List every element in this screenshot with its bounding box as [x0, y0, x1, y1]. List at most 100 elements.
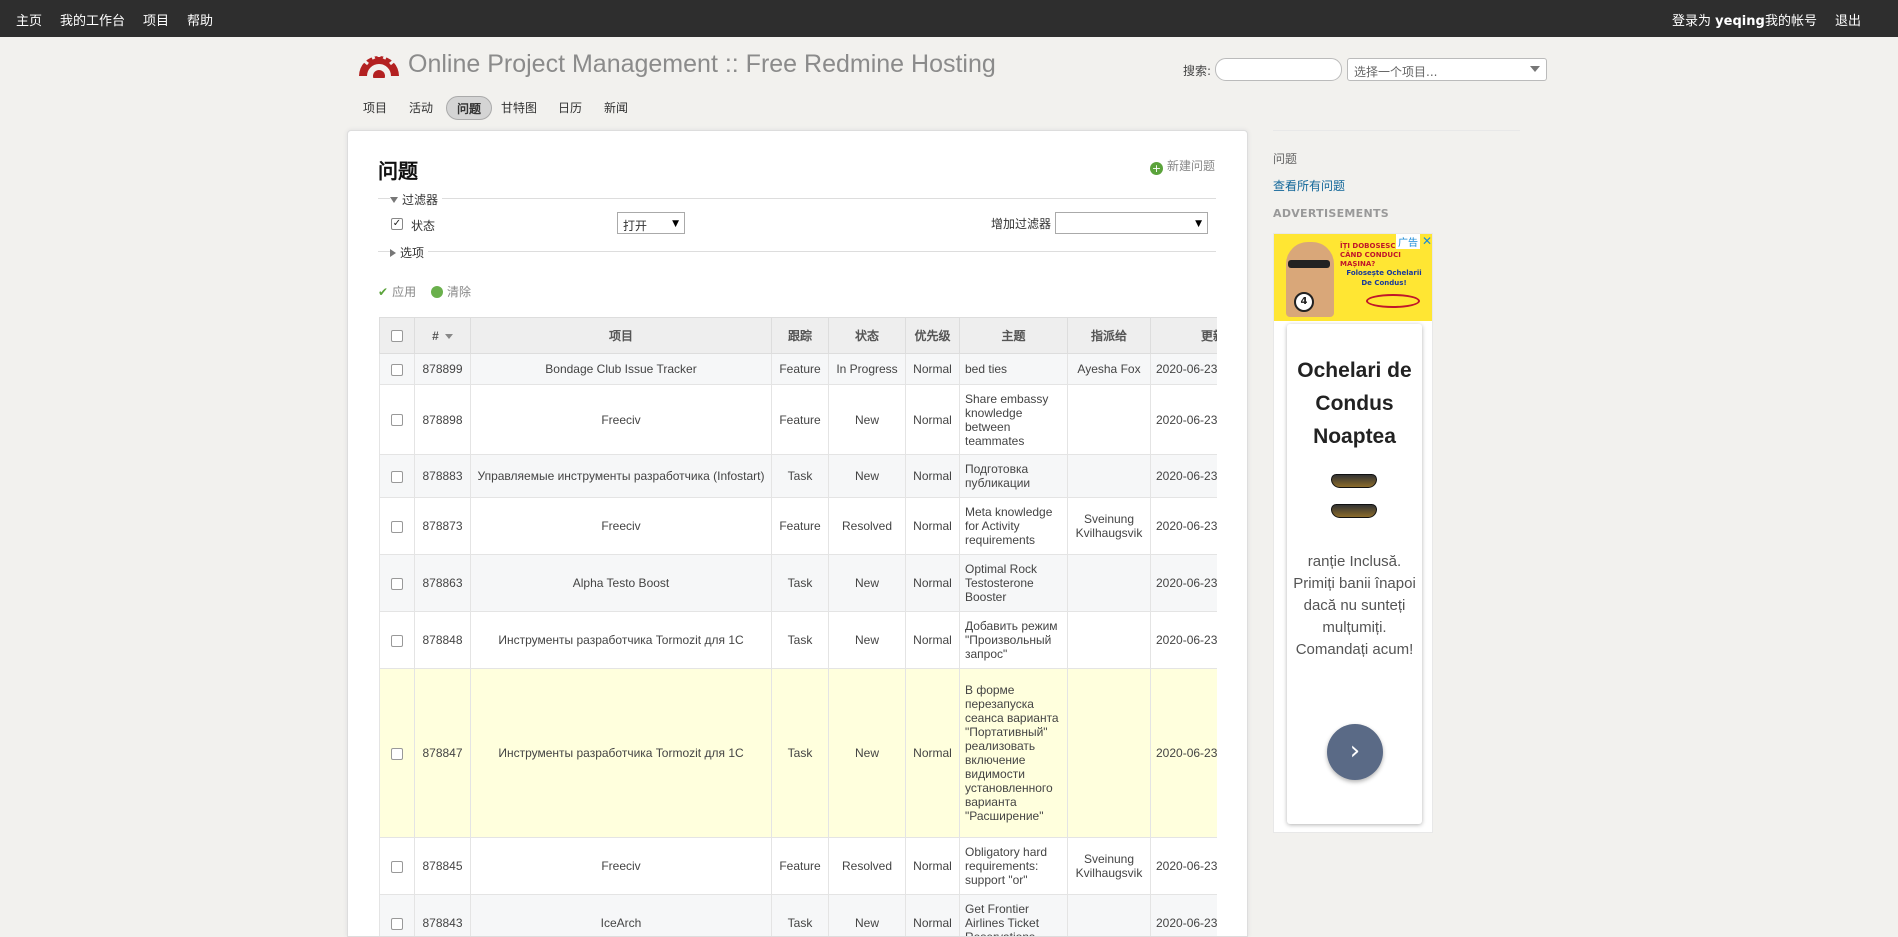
row-checkbox[interactable] — [391, 414, 403, 427]
select-all-checkbox-cell[interactable] — [379, 317, 415, 354]
column-header-project[interactable]: 项目 — [470, 317, 772, 354]
column-header-updated[interactable]: 更新 — [1150, 317, 1217, 354]
issue-project[interactable]: Инструменты разработчика Tormozit для 1С — [470, 611, 772, 669]
top-menu-help[interactable]: 帮助 — [187, 10, 213, 29]
table-row[interactable]: 878883 Управляемые инструменты разработчи… — [379, 454, 1217, 498]
table-row[interactable]: 878845 Freeciv Feature Resolved Normal Obliga… — [379, 837, 1217, 895]
row-checkbox-cell[interactable] — [379, 837, 415, 895]
issue-assignee[interactable] — [1067, 384, 1151, 455]
username-link[interactable]: yeqing — [1715, 14, 1765, 29]
add-filter-select[interactable]: ▼ — [1055, 212, 1208, 234]
table-row[interactable]: 878843 IceArch Task New Normal Get Frontier A… — [379, 894, 1217, 936]
row-checkbox-cell[interactable] — [379, 384, 415, 455]
advertisement[interactable]: 4 ÎȚI DOBOSESC OCHII CÂND CONDUCI MAȘINA… — [1273, 233, 1433, 833]
row-checkbox-cell[interactable] — [379, 668, 415, 838]
chevron-right-icon[interactable]: › — [1327, 724, 1383, 780]
issue-id[interactable]: 878899 — [414, 353, 471, 385]
issue-subject[interactable]: bed ties — [959, 353, 1068, 385]
issue-project[interactable]: IceArch — [470, 894, 772, 936]
issue-assignee[interactable]: Sveinung Kvilhaugsvik — [1067, 497, 1151, 555]
row-checkbox-cell[interactable] — [379, 454, 415, 498]
issue-assignee[interactable] — [1067, 894, 1151, 936]
issue-subject[interactable]: Share embassy knowledge between teammate… — [959, 384, 1068, 455]
issue-id[interactable]: 878898 — [414, 384, 471, 455]
issue-id[interactable]: 878847 — [414, 668, 471, 838]
column-header-status[interactable]: 状态 — [828, 317, 906, 354]
issue-subject[interactable]: Подготовка публикации — [959, 454, 1068, 498]
issue-subject[interactable]: Get Frontier Airlines Ticket Reservation… — [959, 894, 1068, 936]
top-menu-projects[interactable]: 项目 — [143, 10, 169, 29]
issue-assignee[interactable] — [1067, 454, 1151, 498]
project-jump-select[interactable]: 选择一个项目... — [1347, 58, 1547, 81]
issue-project[interactable]: Freeciv — [470, 384, 772, 455]
issue-assignee[interactable]: Ayesha Fox — [1067, 353, 1151, 385]
column-header-subject[interactable]: 主题 — [959, 317, 1068, 354]
row-checkbox[interactable] — [391, 634, 403, 647]
table-row[interactable]: 878873 Freeciv Feature Resolved Normal Meta k… — [379, 497, 1217, 555]
table-row[interactable]: 878899 Bondage Club Issue Tracker Feature I… — [379, 353, 1217, 385]
filters-toggle[interactable]: 过滤器 — [390, 191, 443, 208]
status-operator-select[interactable]: 打开 ▼ — [617, 212, 685, 234]
row-checkbox-cell[interactable] — [379, 894, 415, 936]
row-checkbox-cell[interactable] — [379, 353, 415, 385]
select-all-checkbox[interactable] — [391, 330, 403, 343]
issue-id[interactable]: 878843 — [414, 894, 471, 936]
options-toggle[interactable]: 选项 — [390, 244, 429, 261]
issue-id[interactable]: 878873 — [414, 497, 471, 555]
tab-gantt[interactable]: 甘特图 — [491, 96, 547, 120]
column-header-tracker[interactable]: 跟踪 — [771, 317, 829, 354]
issue-id[interactable]: 878848 — [414, 611, 471, 669]
table-row[interactable]: 878863 Alpha Testo Boost Task New Normal Opti… — [379, 554, 1217, 612]
column-header-assignee[interactable]: 指派给 — [1067, 317, 1151, 354]
row-checkbox[interactable] — [391, 747, 403, 760]
issue-project[interactable]: Bondage Club Issue Tracker — [470, 353, 772, 385]
row-checkbox-cell[interactable] — [379, 554, 415, 612]
column-header-priority[interactable]: 优先级 — [905, 317, 960, 354]
view-all-issues-link[interactable]: 查看所有问题 — [1273, 177, 1345, 194]
issue-subject[interactable]: Obligatory hard requirements: support "o… — [959, 837, 1068, 895]
tab-issues[interactable]: 问题 — [446, 96, 493, 120]
table-row[interactable]: 878898 Freeciv Feature New Normal Share embas… — [379, 384, 1217, 455]
issue-project[interactable]: Управляемые инструменты разработчика (In… — [470, 454, 772, 498]
tab-news[interactable]: 新闻 — [594, 96, 638, 120]
column-header-id[interactable]: # — [414, 317, 471, 354]
table-row[interactable]: 878848 Инструменты разработчика Tormozit … — [379, 611, 1217, 669]
issue-assignee[interactable] — [1067, 668, 1151, 838]
issue-subject[interactable]: Meta knowledge for Activity requirements — [959, 497, 1068, 555]
tab-projects[interactable]: 项目 — [353, 96, 397, 120]
ad-card[interactable]: Ochelari de Condus Noaptea ranție Inclus… — [1287, 324, 1422, 824]
issue-id[interactable]: 878863 — [414, 554, 471, 612]
issue-project[interactable]: Alpha Testo Boost — [470, 554, 772, 612]
row-checkbox-cell[interactable] — [379, 611, 415, 669]
row-checkbox[interactable] — [391, 520, 403, 533]
top-menu-my-page[interactable]: 我的工作台 — [60, 10, 125, 29]
clear-button[interactable]: 清除 — [431, 283, 471, 300]
search-input[interactable] — [1215, 58, 1342, 81]
logout-link[interactable]: 退出 — [1835, 10, 1861, 29]
close-icon[interactable]: ✕ — [1422, 234, 1432, 248]
issue-id[interactable]: 878845 — [414, 837, 471, 895]
my-account-link[interactable]: 我的帐号 — [1765, 10, 1817, 29]
status-filter-checkbox[interactable]: ✓ — [391, 218, 403, 230]
issue-assignee[interactable] — [1067, 554, 1151, 612]
issue-assignee[interactable]: Sveinung Kvilhaugsvik — [1067, 837, 1151, 895]
row-checkbox[interactable] — [391, 917, 403, 930]
table-row[interactable]: 878847 Инструменты разработчика Tormozit … — [379, 668, 1217, 838]
issue-subject[interactable]: Optimal Rock Testosterone Booster — [959, 554, 1068, 612]
row-checkbox-cell[interactable] — [379, 497, 415, 555]
row-checkbox[interactable] — [391, 470, 403, 483]
new-issue-button[interactable]: + 新建问题 — [1150, 157, 1215, 175]
issue-subject[interactable]: В форме перезапуска сеанса варианта "Пор… — [959, 668, 1068, 838]
issue-project[interactable]: Инструменты разработчика Tormozit для 1С — [470, 668, 772, 838]
issue-project[interactable]: Freeciv — [470, 837, 772, 895]
issue-assignee[interactable] — [1067, 611, 1151, 669]
top-menu-home[interactable]: 主页 — [16, 10, 42, 29]
apply-button[interactable]: ✔ 应用 — [378, 283, 416, 300]
tab-activity[interactable]: 活动 — [399, 96, 443, 120]
tab-calendar[interactable]: 日历 — [548, 96, 592, 120]
row-checkbox[interactable] — [391, 860, 403, 873]
issue-subject[interactable]: Добавить режим "Произвольный запрос" — [959, 611, 1068, 669]
row-checkbox[interactable] — [391, 577, 403, 590]
issue-id[interactable]: 878883 — [414, 454, 471, 498]
ad-choices-label[interactable]: 广告 — [1396, 234, 1420, 249]
